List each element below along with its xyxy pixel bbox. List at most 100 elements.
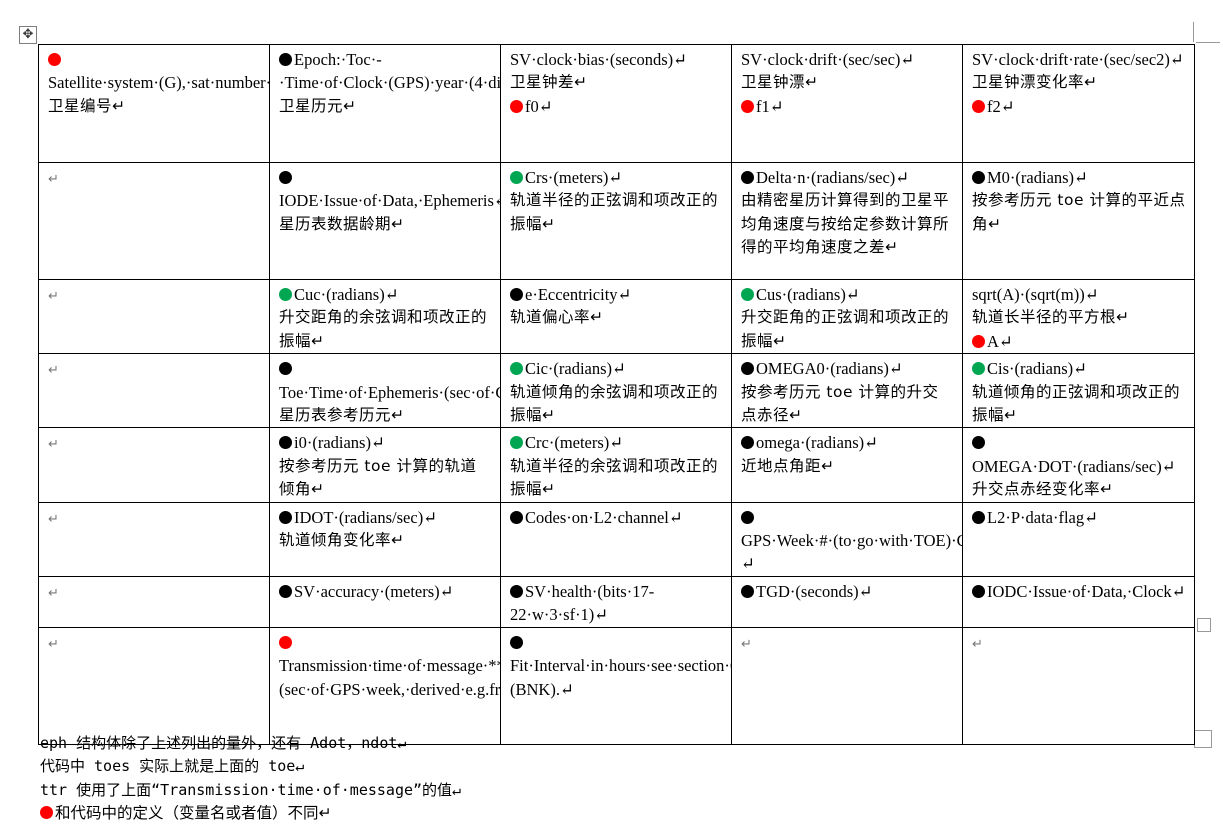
cell-chinese-text: 按参考历元 toe 计算的平近点角↵ <box>972 191 1186 233</box>
table-cell[interactable]: IODC·Issue·of·Data,·Clock↵ <box>962 575 1195 628</box>
black-dot-icon <box>972 436 985 450</box>
margin-corner-mark <box>1196 22 1220 43</box>
cell-english-text: SV·clock·drift·rate·(sec/sec2)↵ <box>972 48 1186 71</box>
table-cell[interactable]: Toe·Time·of·Ephemeris·(sec·of·GPS·week)↵… <box>269 353 501 429</box>
table-cell[interactable]: SV·accuracy·(meters)↵ <box>269 575 501 628</box>
black-dot-icon <box>741 584 754 598</box>
table-cell[interactable]: GPS·Week·#·(to·go·with·TOE)·Continuous·n… <box>731 501 963 577</box>
table-cell[interactable]: SV·clock·drift·(sec/sec)↵ 卫星钟漂↵ f1↵ <box>731 44 963 163</box>
table-cell[interactable]: SV·clock·bias·(seconds)↵ 卫星钟差↵ f0↵ <box>500 44 732 163</box>
table-cell[interactable]: ↵ <box>38 626 270 745</box>
green-dot-icon <box>972 362 985 376</box>
cell-english-text: e·Eccentricity↵ <box>510 283 723 306</box>
cell-label: Toe·Time·of·Ephemeris·(sec·of·GPS·week)↵ <box>279 382 500 402</box>
cell-chinese-text: 卫星编号↵ <box>48 96 126 115</box>
black-dot-icon <box>279 53 292 66</box>
table-cell[interactable]: Delta·n·(radians/sec)↵ 由精密星历计算得到的卫星平均角速度与… <box>731 162 963 280</box>
notes-block: eph 结构体除了上述列出的量外，还有 Adot，ndot↵ 代码中 toes … <box>40 732 1190 826</box>
table-move-handle-icon[interactable]: ✥ <box>19 26 37 44</box>
table-cell[interactable]: e·Eccentricity↵ 轨道偏心率↵ <box>500 278 732 355</box>
cell-label: Epoch:·Toc·-·Time·of·Clock·(GPS)·year·(4… <box>279 50 501 93</box>
table-cell[interactable]: SV·clock·drift·rate·(sec/sec2)↵ 卫星钟漂变化率↵ f… <box>962 44 1195 163</box>
cell-english-text: Epoch:·Toc·-·Time·of·Clock·(GPS)·year·(4… <box>279 48 500 95</box>
cell-english-text: (sec·of·GPS·week,·derived·e.g.from·Zcoun… <box>279 679 501 699</box>
black-dot-icon <box>279 171 292 184</box>
black-dot-icon <box>279 436 292 450</box>
table-cell[interactable]: Transmission·time·of·message·**)↵ (sec·of… <box>269 626 501 745</box>
cell-english-text: i0·(radians)↵ <box>279 431 492 454</box>
cell-chinese-text: 升交距角的余弦调和项改正的振幅↵ <box>279 308 488 350</box>
cell-english-text: Cis·(radians)↵ <box>972 357 1186 380</box>
table-cell[interactable]: OMEGA0·(radians)↵ 按参考历元 toe 计算的升交点赤径↵ <box>731 353 963 429</box>
cell-label: ↵ <box>48 585 59 601</box>
table-cell[interactable]: ↵ <box>38 427 270 503</box>
cell-label: Codes·on·L2·channel↵ <box>525 507 683 527</box>
table-cell[interactable]: SV·health·(bits·17-22·w·3·sf·1)↵ <box>500 575 732 628</box>
table-cell[interactable]: sqrt(A)·(sqrt(m))↵ 轨道长半径的平方根↵ A↵ <box>962 278 1195 355</box>
table-cell[interactable]: Crc·(meters)↵ 轨道半径的余弦调和项改正的振幅↵ <box>500 427 732 503</box>
cell-label: SV·health·(bits·17-22·w·3·sf·1)↵ <box>510 581 655 625</box>
table-cell[interactable]: omega·(radians)↵ 近地点角距↵ <box>731 427 963 503</box>
cell-variable-text: f2↵ <box>972 95 1186 118</box>
table-cell[interactable]: Codes·on·L2·channel↵ <box>500 501 732 577</box>
black-dot-icon <box>972 510 985 524</box>
table-cell[interactable]: ↵ <box>38 575 270 628</box>
table-row: ↵ Transmission·time·of·message·**)↵ (sec·o… <box>38 626 1195 745</box>
table-cell[interactable]: i0·(radians)↵ 按参考历元 toe 计算的轨道倾角↵ <box>269 427 501 503</box>
cell-label: ↵ <box>48 437 59 453</box>
cell-english-text: ↵ <box>48 357 261 382</box>
table-cell[interactable]: ↵ <box>38 353 270 429</box>
table-cell[interactable]: ↵ <box>38 162 270 280</box>
cell-chinese-text: 升交点赤经变化率↵ <box>972 480 1114 499</box>
cell-variable-text: f1↵ <box>741 95 954 118</box>
cell-label: ↵ <box>741 636 752 652</box>
cell-label: ↵ <box>972 636 983 652</box>
cell-english-text: Cic·(radians)↵ <box>510 357 723 380</box>
table-cell[interactable]: ↵ <box>38 278 270 355</box>
table-row: ↵ i0·(radians)↵ 按参考历元 toe 计算的轨道倾角↵ Crc·(met… <box>38 427 1195 503</box>
table-resize-handle[interactable] <box>1194 730 1212 748</box>
table-cell[interactable]: L2·P·data·flag↵ <box>962 501 1195 577</box>
cell-label: Cis·(radians)↵ <box>987 359 1087 379</box>
cell-label: TGD·(seconds)↵ <box>756 581 873 601</box>
cell-chinese-text: 轨道半径的正弦调和项改正的振幅↵ <box>510 191 719 233</box>
cell-english-text: ↵ <box>972 631 1186 656</box>
black-dot-icon <box>510 510 523 524</box>
table-cell[interactable]: Epoch:·Toc·-·Time·of·Clock·(GPS)·year·(4… <box>269 44 501 163</box>
cell-english-text: Fit·Interval·in·hours·see·section·6.11.(… <box>510 631 731 701</box>
table-cell[interactable]: IODE·Issue·of·Data,·Ephemeris↵ 星历表数据龄期↵ <box>269 162 501 280</box>
cell-label: SV·clock·bias·(seconds)↵ <box>510 50 687 69</box>
table-cell[interactable]: Cus·(radians)↵ 升交距角的正弦调和项改正的振幅↵ <box>731 278 963 355</box>
cell-label: IODE·Issue·of·Data,·Ephemeris↵ <box>279 191 501 211</box>
table-cell[interactable]: Crs·(meters)↵ 轨道半径的正弦调和项改正的振幅↵ <box>500 162 732 280</box>
table-cell[interactable]: Fit·Interval·in·hours·see·section·6.11.(… <box>500 626 732 745</box>
cell-label: omega·(radians)↵ <box>756 433 878 453</box>
table-row: ↵ IODE·Issue·of·Data,·Ephemeris↵ 星历表数据龄期↵ C… <box>38 162 1195 280</box>
table-cell[interactable]: ↵ <box>38 501 270 577</box>
table-cell[interactable]: IDOT·(radians/sec)↵ 轨道倾角变化率↵ <box>269 501 501 577</box>
cell-english-text: ↵ <box>48 166 261 191</box>
cell-label: Cic·(radians)↵ <box>525 359 626 379</box>
cell-label: ↵ <box>48 172 59 187</box>
cell-label: Satellite·system·(G),·sat·number·(PRN)↵ <box>48 73 269 93</box>
cell-english-text: ↵ <box>48 431 261 456</box>
cell-label: Crs·(meters)↵ <box>525 168 623 187</box>
cell-chinese-text: 按参考历元 toe 计算的轨道倾角↵ <box>279 456 477 499</box>
table-cell[interactable]: TGD·(seconds)↵ <box>731 575 963 628</box>
table-cell[interactable]: Cic·(radians)↵ 轨道倾角的余弦调和项改正的振幅↵ <box>500 353 732 429</box>
table-row: ↵ SV·accuracy·(meters)↵ SV·health·(bits·17… <box>38 575 1195 628</box>
table-cell[interactable]: ↵ <box>731 626 963 745</box>
cell-chinese-text: 星历表参考历元↵ <box>279 406 405 425</box>
green-dot-icon <box>510 362 523 376</box>
table-cell[interactable]: ↵ <box>962 626 1195 745</box>
cell-label: e·Eccentricity↵ <box>525 285 632 304</box>
table-cell[interactable]: OMEGA·DOT·(radians/sec)↵ 升交点赤经变化率↵ <box>962 427 1195 503</box>
table-cell[interactable]: Satellite·system·(G),·sat·number·(PRN)↵ 卫… <box>38 44 270 163</box>
cell-label: SV·clock·drift·rate·(sec/sec2)↵ <box>972 50 1184 69</box>
table-cell[interactable]: Cuc·(radians)↵ 升交距角的余弦调和项改正的振幅↵ <box>269 278 501 355</box>
table-cell[interactable]: M0·(radians)↵ 按参考历元 toe 计算的平近点角↵ <box>962 162 1195 280</box>
cell-chinese-text: 升交距角的正弦调和项改正的振幅↵ <box>741 308 950 350</box>
cell-english-text: Delta·n·(radians/sec)↵ <box>741 166 954 189</box>
table-cell[interactable]: Cis·(radians)↵ 轨道倾角的正弦调和项改正的振幅↵ <box>962 353 1195 429</box>
cell-chinese-text: 星历表数据龄期↵ <box>279 214 405 233</box>
